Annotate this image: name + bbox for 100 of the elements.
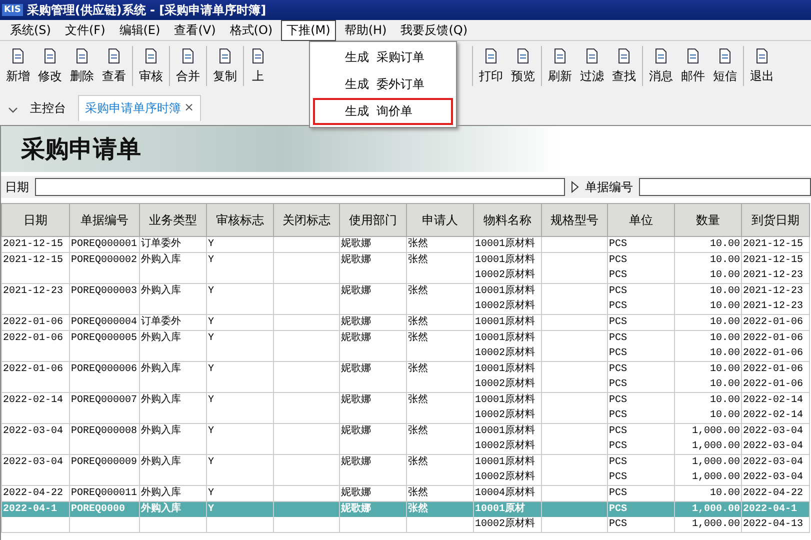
table-cell: 张然	[408, 255, 428, 266]
column-header[interactable]: 申请人	[406, 204, 474, 236]
table-cell: 10001原材料	[475, 317, 536, 328]
table-cell: PCS	[609, 317, 628, 328]
table-cell: 1,000.00	[692, 426, 740, 437]
toolbar-button[interactable]: 消息	[645, 46, 677, 86]
menu-item[interactable]: 帮助(H)	[338, 20, 393, 40]
menu-item[interactable]: 系统(S)	[4, 20, 57, 40]
table-cell: 外购入库	[141, 286, 181, 297]
table-cell: 10001原材料	[475, 333, 536, 344]
column-header[interactable]: 审核标志	[206, 204, 274, 236]
table-cell: POREQ000009	[71, 457, 138, 468]
toolbar-button[interactable]: 刷新	[544, 46, 576, 86]
table-cell: 订单委外	[141, 317, 181, 328]
menu-option[interactable]: 生成 委外订单	[313, 71, 453, 98]
column-header[interactable]: 物料名称	[474, 204, 542, 236]
table-cell: Y	[208, 255, 214, 266]
column-header[interactable]: 数量	[674, 204, 742, 236]
toolbar-button[interactable]: 邮件	[677, 46, 709, 86]
table-cell: Y	[208, 426, 214, 437]
menu-item[interactable]: 格式(O)	[224, 20, 279, 40]
column-header[interactable]: 日期	[2, 204, 70, 236]
table-cell: 2022-01-06	[743, 379, 804, 390]
column-header[interactable]: 单据编号	[70, 204, 140, 236]
table-cell: 外购入库	[141, 457, 181, 468]
table-cell: 10.00	[710, 488, 740, 499]
table-cell: POREQ000002	[71, 255, 138, 266]
toolbar-button[interactable]: 删除	[66, 46, 98, 86]
document-icon	[106, 48, 122, 64]
table-cell: 妮歌娜	[341, 286, 371, 297]
table-cell: 妮歌娜	[341, 317, 371, 328]
table-cell: 10.00	[710, 348, 740, 359]
close-icon[interactable]: ×	[184, 100, 194, 117]
toolbar-button[interactable]: 上	[246, 46, 270, 86]
table-cell: 1,000.00	[692, 504, 740, 515]
table-cell: 2021-12-15	[743, 255, 804, 266]
input-field[interactable]	[35, 178, 565, 196]
column-header[interactable]: 单位	[608, 204, 674, 236]
input-field[interactable]	[639, 178, 811, 196]
table-cell: PCS	[609, 348, 628, 359]
toolbar-button[interactable]: 合并	[172, 46, 204, 86]
menu-option[interactable]: 生成 采购订单	[313, 44, 453, 71]
table-cell: POREQ000011	[71, 488, 138, 499]
chevron-down-icon[interactable]	[8, 107, 18, 113]
tab[interactable]: 主控台	[24, 96, 72, 121]
table-cell: 张然	[408, 488, 428, 499]
toolbar-button[interactable]: 退出	[746, 46, 778, 86]
toolbar-button[interactable]: 新增	[2, 46, 34, 86]
toolbar-button[interactable]: 预览	[507, 46, 539, 86]
table-cell: 2022-03-04	[743, 472, 804, 483]
document-icon	[217, 48, 233, 64]
document-icon	[10, 48, 26, 64]
table-cell: 10001原材	[475, 504, 526, 515]
table-cell: 2021-12-15	[3, 255, 64, 266]
document-icon	[143, 48, 159, 64]
app-logo: KIS	[2, 4, 23, 16]
column-header[interactable]: 关闭标志	[274, 204, 340, 236]
menu-item[interactable]: 编辑(E)	[113, 20, 166, 40]
menu-option[interactable]: 生成 询价单	[313, 98, 453, 125]
document-icon	[653, 48, 669, 64]
table-cell: 10001原材料	[475, 239, 536, 250]
document-icon	[552, 48, 568, 64]
table-cell: 10002原材料	[475, 410, 536, 421]
table-cell: PCS	[609, 472, 628, 483]
column-header[interactable]: 到货日期	[742, 204, 810, 236]
toolbar-button[interactable]: 查看	[98, 46, 130, 86]
table-cell: 2022-02-14	[743, 410, 804, 421]
table-cell: 1,000.00	[692, 519, 740, 530]
table-cell: 2021-12-23	[3, 286, 64, 297]
toolbar-button[interactable]: 复制	[209, 46, 241, 86]
window-title: 采购管理(供应链)系统 - [采购申请单序时簿]	[26, 2, 266, 18]
table-cell: 1,000.00	[692, 441, 740, 452]
toolbar-button[interactable]: 短信	[709, 46, 741, 86]
column-header[interactable]: 业务类型	[140, 204, 206, 236]
toolbar-button[interactable]: 打印	[475, 46, 507, 86]
toolbar-button[interactable]: 过滤	[576, 46, 608, 86]
table-cell: Y	[208, 317, 214, 328]
toolbar-button[interactable]: 查找	[608, 46, 640, 86]
table-cell: POREQ000004	[71, 317, 138, 328]
table-cell: 张然	[408, 395, 428, 406]
menu-item[interactable]: 下推(M)	[280, 20, 336, 40]
menu-item[interactable]: 我要反馈(Q)	[394, 20, 474, 40]
triangle-right-icon[interactable]	[571, 181, 579, 193]
column-header[interactable]: 使用部门	[340, 204, 406, 236]
table-cell: 妮歌娜	[341, 333, 371, 344]
table-cell: POREQ0000	[71, 504, 126, 515]
table-cell: 2022-02-14	[743, 395, 804, 406]
menu-item[interactable]: 查看(V)	[168, 20, 222, 40]
tab[interactable]: 采购申请单序时簿 ×	[78, 95, 202, 121]
toolbar-button[interactable]: 审核	[135, 46, 167, 86]
table-cell: 张然	[408, 317, 428, 328]
table-cell: 1,000.00	[692, 457, 740, 468]
document-icon	[717, 48, 733, 64]
toolbar-button[interactable]: 修改	[34, 46, 66, 86]
table-cell: 10001原材料	[475, 286, 536, 297]
document-icon	[483, 48, 499, 64]
column-header[interactable]: 规格型号	[542, 204, 608, 236]
table-cell: PCS	[609, 395, 628, 406]
menu-item[interactable]: 文件(F)	[58, 20, 112, 40]
table-cell: 1,000.00	[692, 472, 740, 483]
